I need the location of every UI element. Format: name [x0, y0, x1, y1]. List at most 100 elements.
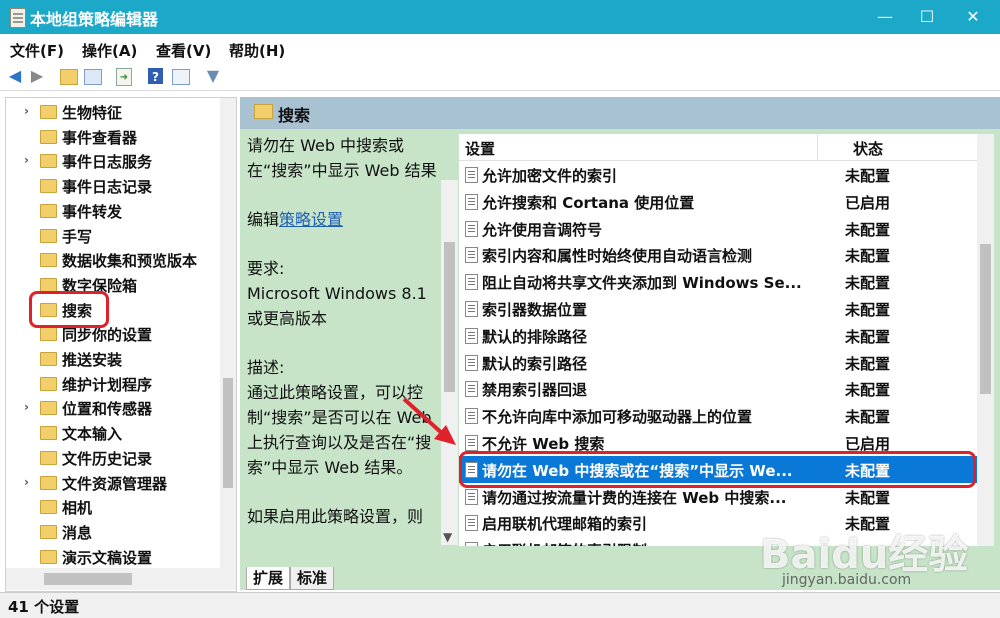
tree-item-label: 手写: [62, 227, 93, 246]
tree-item[interactable]: › 生物特征: [6, 100, 216, 124]
annotation-highlight-tree: [29, 291, 109, 328]
tree-horizontal-scrollbar[interactable]: [6, 568, 236, 590]
tree-item[interactable]: 事件查看器: [6, 125, 216, 149]
toolbar: ◀ ▶ ➜ ? ▼: [0, 62, 1000, 91]
tree-item[interactable]: 演示文稿设置: [6, 545, 216, 569]
description-label: 描述:: [247, 358, 285, 377]
close-button[interactable]: ✕: [950, 0, 996, 34]
tree-item-label: 位置和传感器: [62, 400, 153, 419]
table-row[interactable]: 索引器数据位置 未配置: [459, 295, 977, 322]
menu-help[interactable]: 帮助(H): [229, 40, 285, 61]
policy-setting-icon: [465, 220, 478, 237]
setting-name: 不允许向库中添加可移动驱动器上的位置: [482, 408, 753, 427]
setting-name: 允许使用音调符号: [482, 220, 603, 239]
console-tree-icon[interactable]: [84, 69, 102, 85]
menu-file[interactable]: 文件(F): [10, 40, 64, 61]
setting-state: 未配置: [845, 408, 891, 427]
setting-state: 未配置: [845, 220, 891, 239]
edit-line: 编辑策略设置: [247, 207, 437, 232]
column-divider[interactable]: [817, 134, 818, 160]
table-row[interactable]: 允许加密文件的索引 未配置: [459, 161, 977, 188]
tree-item-label: 事件转发: [62, 202, 123, 221]
description-scrollbar[interactable]: [441, 180, 458, 545]
folder-icon: [40, 500, 57, 515]
table-row[interactable]: 索引内容和属性时始终使用自动语言检测 未配置: [459, 241, 977, 268]
edit-policy-link[interactable]: 策略设置: [279, 210, 343, 229]
baidu-watermark: Baidu经验 jingyan.baidu.com: [760, 520, 1000, 617]
folder-icon: [40, 426, 57, 441]
tree-item-label: 文件历史记录: [62, 449, 153, 468]
up-folder-icon[interactable]: [60, 69, 78, 85]
console-tree[interactable]: › 生物特征 事件查看器 › 事件日志服务 事件日志记录 事件转发 手写 数据收集和预览版本 数字…: [5, 97, 237, 592]
tree-item[interactable]: › 事件日志服务: [6, 149, 216, 173]
policy-setting-icon: [465, 435, 478, 451]
table-row[interactable]: 允许使用音调符号 未配置: [459, 215, 977, 242]
tree-item[interactable]: 推送安装: [6, 347, 216, 371]
tree-item[interactable]: 文本输入: [6, 421, 216, 445]
menu-action[interactable]: 操作(A): [82, 40, 137, 61]
table-row[interactable]: 禁用索引器回退 未配置: [459, 375, 977, 402]
policy-setting-icon: [465, 193, 478, 210]
tree-item-label: 数据收集和预览版本: [62, 252, 198, 271]
settings-list-scrollbar[interactable]: [977, 134, 994, 546]
requirements-text: Microsoft Windows 8.1 或更高版本: [247, 284, 427, 328]
back-icon[interactable]: ◀: [6, 67, 24, 85]
table-row[interactable]: 不允许向库中添加可移动驱动器上的位置 未配置: [459, 402, 977, 429]
forward-icon[interactable]: ▶: [28, 67, 46, 85]
chevron-right-icon[interactable]: ›: [24, 104, 29, 118]
maximize-button[interactable]: ☐: [904, 0, 950, 34]
tree-item-label: 演示文稿设置: [62, 548, 153, 567]
setting-name: 请勿通过按流量计费的连接在 Web 中搜索...: [482, 488, 787, 507]
menu-view[interactable]: 查看(V): [156, 40, 211, 61]
folder-icon: [40, 401, 57, 416]
table-row[interactable]: 允许搜索和 Cortana 使用位置 已启用: [459, 188, 977, 215]
folder-icon: [40, 129, 57, 144]
chevron-right-icon[interactable]: ›: [24, 153, 29, 167]
export-list-icon[interactable]: ➜: [116, 68, 132, 86]
scroll-thumb[interactable]: [444, 242, 455, 392]
scroll-thumb[interactable]: [44, 573, 132, 585]
table-row[interactable]: 默认的排除路径 未配置: [459, 322, 977, 349]
tree-item[interactable]: 手写: [6, 224, 216, 248]
table-row[interactable]: 默认的索引路径 未配置: [459, 349, 977, 376]
tree-item[interactable]: 消息: [6, 520, 216, 544]
folder-icon: [40, 450, 57, 465]
setting-name: 索引内容和属性时始终使用自动语言检测: [482, 247, 753, 266]
chevron-right-icon[interactable]: ›: [24, 475, 29, 489]
column-header-setting[interactable]: 设置: [465, 138, 495, 159]
setting-state: 未配置: [845, 381, 891, 400]
list-header: 设置 状态: [459, 134, 977, 161]
tree-item[interactable]: 事件转发: [6, 199, 216, 223]
tree-item[interactable]: › 位置和传感器: [6, 396, 216, 420]
folder-icon: [40, 475, 57, 490]
folder-icon: [254, 104, 273, 119]
scroll-thumb[interactable]: [980, 244, 991, 394]
tree-item[interactable]: › 文件资源管理器: [6, 471, 216, 495]
folder-icon: [40, 352, 57, 366]
properties-icon[interactable]: [172, 69, 190, 85]
requirements-label: 要求:: [247, 259, 285, 278]
scroll-down-icon[interactable]: ▼: [443, 530, 452, 544]
policy-setting-icon: [465, 274, 478, 291]
minimize-button[interactable]: —: [862, 0, 908, 34]
tab-standard[interactable]: 标准: [290, 567, 335, 590]
table-row[interactable]: 阻止自动将共享文件夹添加到 Windows Se... 未配置: [459, 268, 977, 295]
tab-extended[interactable]: 扩展: [246, 567, 291, 590]
tree-item[interactable]: 事件日志记录: [6, 174, 216, 198]
help-icon[interactable]: ?: [148, 68, 163, 84]
tree-item[interactable]: 相机: [6, 495, 216, 519]
tree-item[interactable]: 数据收集和预览版本: [6, 248, 216, 272]
column-header-state[interactable]: 状态: [853, 138, 883, 159]
details-header: 搜索: [240, 97, 1000, 129]
filter-icon[interactable]: ▼: [204, 67, 222, 85]
scroll-thumb[interactable]: [223, 378, 233, 488]
tree-vertical-scrollbar[interactable]: [220, 98, 236, 568]
window-title: 本地组策略编辑器: [30, 10, 159, 29]
chevron-right-icon[interactable]: ›: [24, 400, 29, 414]
setting-name: 默认的排除路径: [482, 327, 588, 346]
tree-item[interactable]: 维护计划程序: [6, 372, 216, 396]
tree-item[interactable]: 文件历史记录: [6, 446, 216, 470]
setting-state: 未配置: [845, 301, 891, 319]
status-text: 41 个设置: [8, 598, 80, 616]
setting-state: 未配置: [845, 274, 891, 293]
